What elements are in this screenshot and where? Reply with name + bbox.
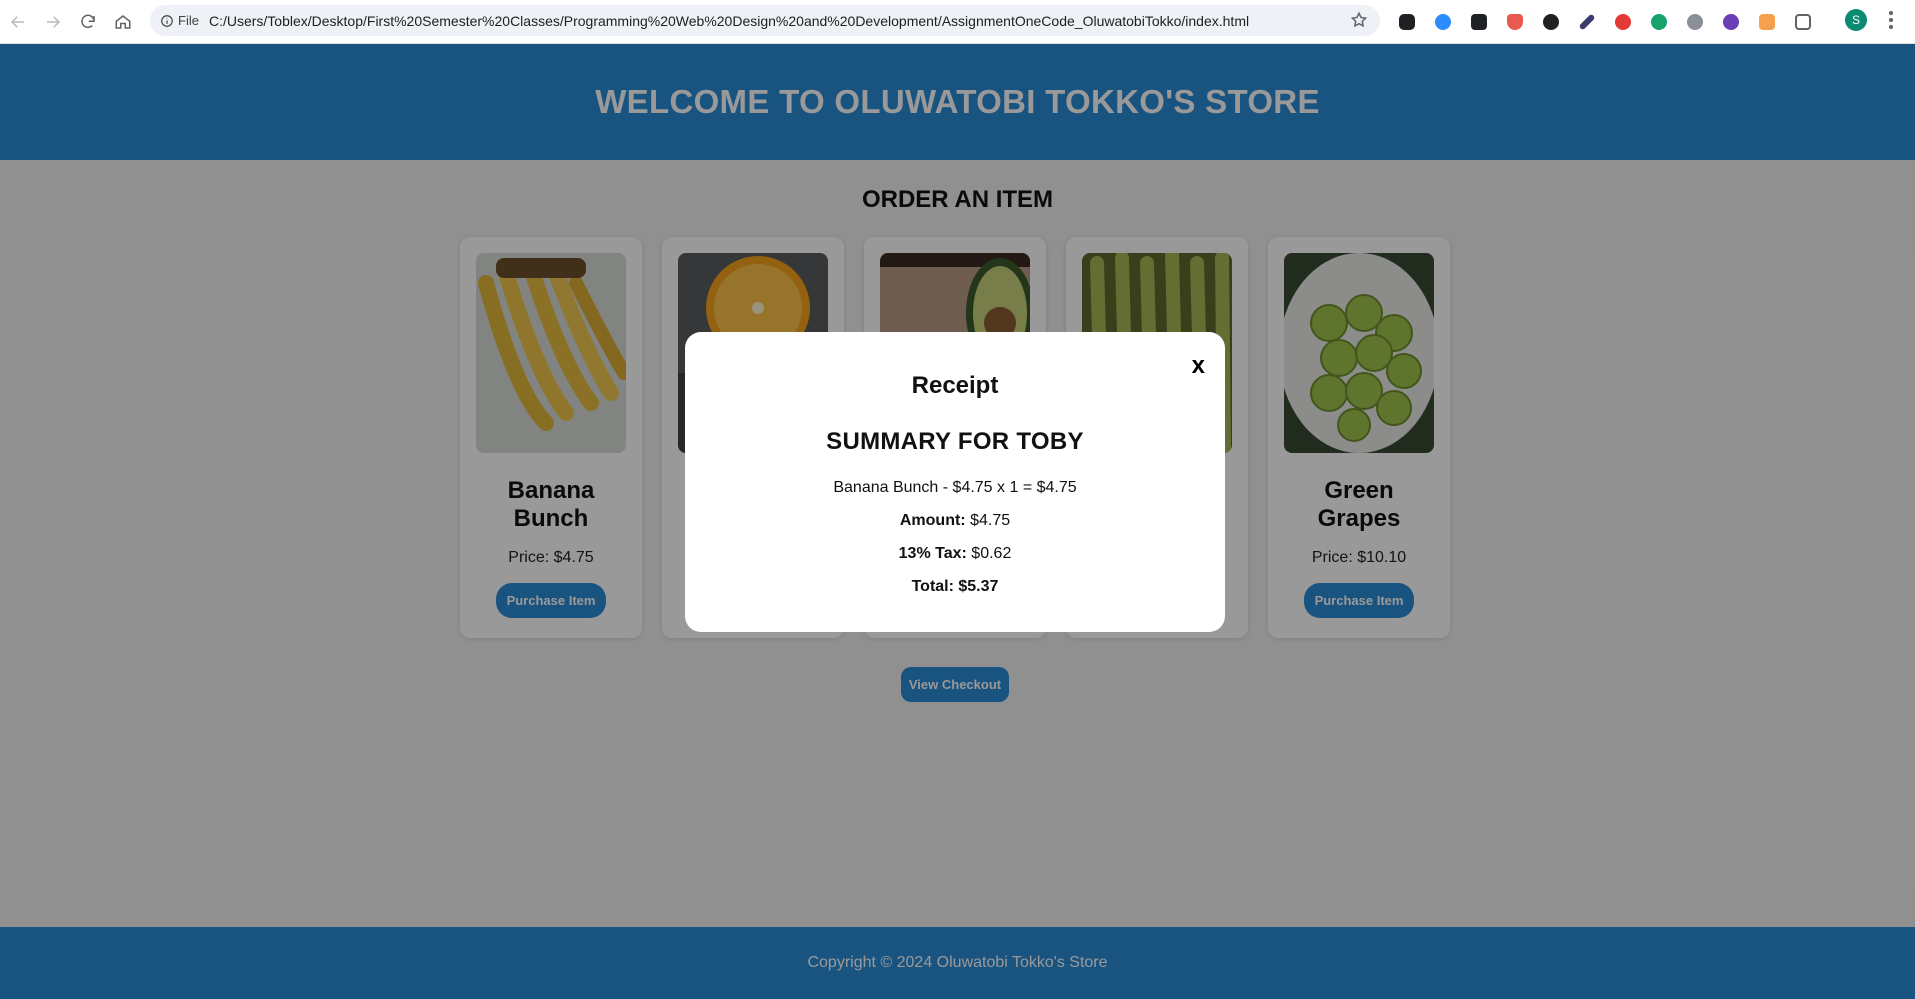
extensions-puzzle-icon[interactable] (1790, 10, 1815, 35)
extension-shield-icon[interactable] (1502, 10, 1527, 35)
url-text[interactable]: C:/Users/Toblex/Desktop/First%20Semester… (209, 13, 1329, 29)
tax-line: 13% Tax: $0.62 (685, 545, 1225, 563)
extension-circle-icon[interactable] (1718, 10, 1743, 35)
receipt-title: Receipt (911, 372, 999, 399)
extension-person-icon[interactable] (1682, 10, 1707, 35)
extension-orange-icon[interactable] (1754, 10, 1779, 35)
tax-label: 13% Tax: (898, 545, 967, 562)
amount-label: Amount: (899, 512, 966, 529)
browser-toolbar: File C:/Users/Toblex/Desktop/First%20Sem… (0, 0, 1915, 44)
back-icon[interactable] (1, 5, 35, 39)
address-bar[interactable]: File C:/Users/Toblex/Desktop/First%20Sem… (150, 5, 1380, 36)
bookmark-star-icon[interactable] (1350, 11, 1368, 29)
receipt-modal: x Receipt SUMMARY FOR TOBY Banana Bunch … (685, 332, 1225, 632)
extension-sync-icon[interactable] (1538, 10, 1563, 35)
reload-icon[interactable] (71, 5, 105, 39)
browser-menu-icon[interactable] (1883, 9, 1899, 31)
extension-dropper-icon[interactable] (1574, 10, 1599, 35)
amount-value: $4.75 (970, 512, 1011, 529)
profile-avatar[interactable]: S (1845, 9, 1867, 31)
amount-line: Amount: $4.75 (685, 512, 1225, 530)
receipt-line-item: Banana Bunch - $4.75 x 1 = $4.75 (833, 479, 1077, 496)
site-info-chip[interactable]: File (160, 13, 209, 28)
forward-icon[interactable] (36, 5, 70, 39)
total-line: Total: $5.37 (911, 578, 999, 595)
extension-n-icon[interactable] (1610, 10, 1635, 35)
extension-zoom-icon[interactable] (1430, 10, 1455, 35)
close-modal-button[interactable]: x (1192, 354, 1205, 378)
summary-title: SUMMARY FOR TOBY (826, 428, 1084, 455)
extension-grammarly-icon[interactable] (1646, 10, 1671, 35)
extension-copy-icon[interactable] (1394, 10, 1419, 35)
tax-value: $0.62 (971, 545, 1012, 562)
file-label: File (178, 13, 199, 28)
extension-gift-icon[interactable] (1466, 10, 1491, 35)
extensions-bar (1394, 7, 1815, 37)
info-icon (161, 14, 173, 27)
home-icon[interactable] (106, 5, 140, 39)
